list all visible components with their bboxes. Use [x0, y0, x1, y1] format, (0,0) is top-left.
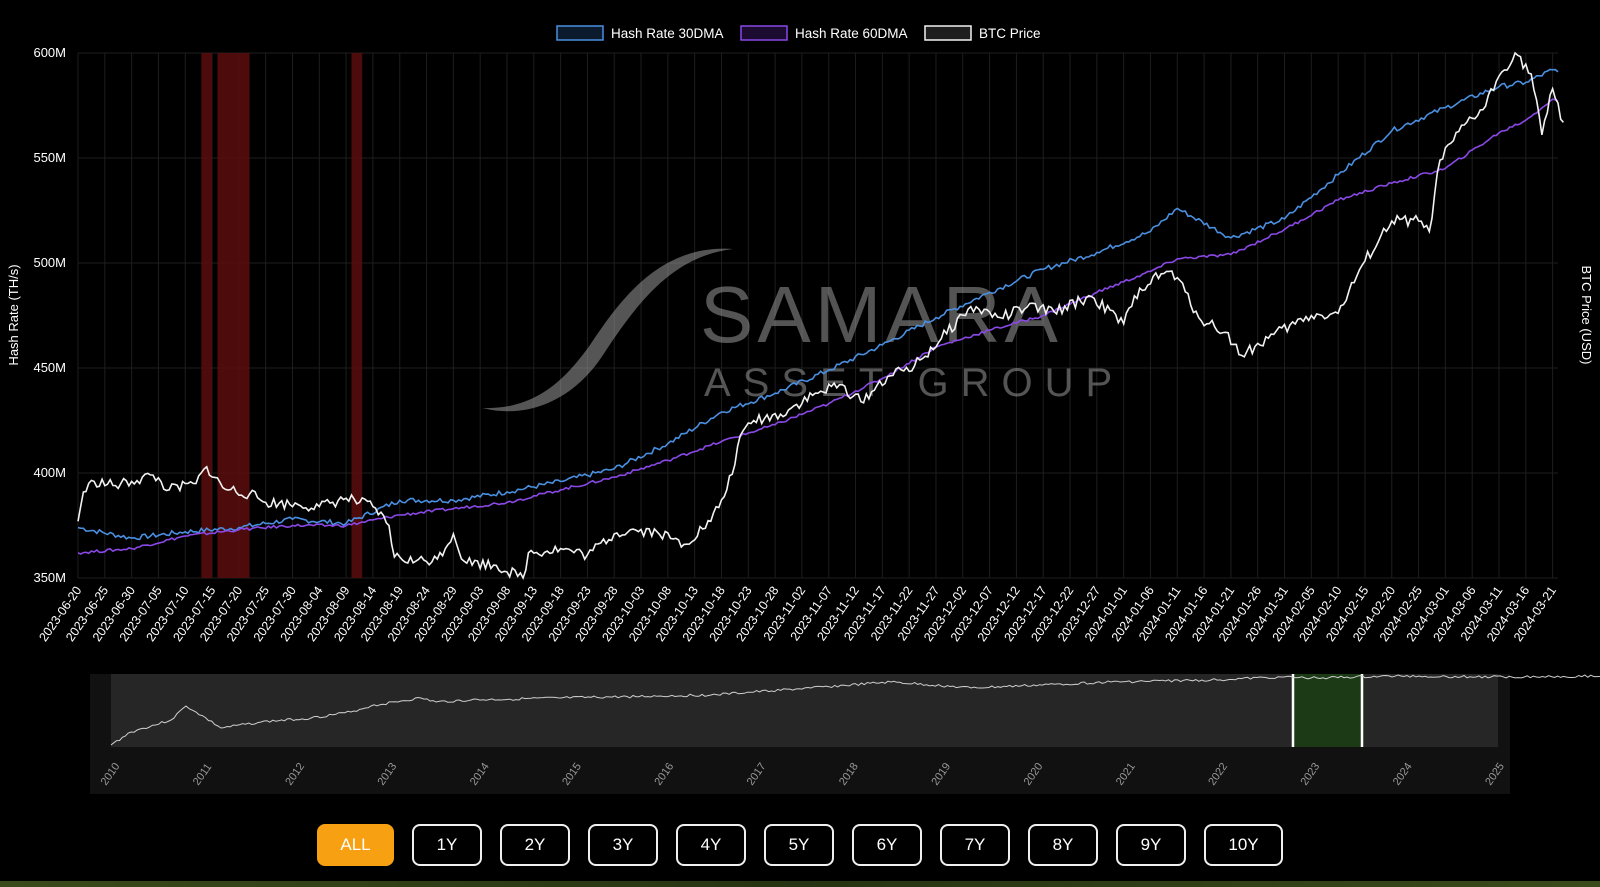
legend-swatch-hash30	[556, 25, 604, 41]
legend-swatch-btc	[924, 25, 972, 41]
navigator-selection[interactable]	[1293, 674, 1362, 747]
legend-swatch-hash60	[740, 25, 788, 41]
shaded-periods	[201, 53, 363, 578]
navigator-plot-area	[111, 674, 1498, 747]
samara-watermark: SAMARA ASSET GROUP	[482, 248, 1112, 412]
range-button-6y[interactable]: 6Y	[852, 824, 922, 866]
bottom-edge	[0, 881, 1600, 887]
y-tick-label: 550M	[33, 150, 66, 165]
range-button-8y[interactable]: 8Y	[1028, 824, 1098, 866]
range-button-10y[interactable]: 10Y	[1204, 824, 1283, 866]
navigator[interactable]: 2010 2011 2012 2013 2014 2015 2016 2017 2018 2019…	[90, 674, 1600, 794]
legend: Hash Rate 30DMA Hash Rate 60DMA BTC Pric…	[556, 25, 1041, 41]
legend-item-btc[interactable]: BTC Price	[924, 25, 1041, 41]
y-tick-label: 450M	[33, 360, 66, 375]
x-axis-ticks: 2023-06-202023-06-252023-06-302023-07-05…	[36, 584, 1559, 644]
range-button-1y[interactable]: 1Y	[412, 824, 482, 866]
legend-item-hash30[interactable]: Hash Rate 30DMA	[556, 25, 724, 41]
range-button-9y[interactable]: 9Y	[1116, 824, 1186, 866]
legend-item-hash60[interactable]: Hash Rate 60DMA	[740, 25, 908, 41]
range-button-7y[interactable]: 7Y	[940, 824, 1010, 866]
hash-rate-chart[interactable]: Hash Rate 30DMA Hash Rate 60DMA BTC Pric…	[0, 0, 1600, 820]
legend-label-hash60: Hash Rate 60DMA	[795, 26, 908, 41]
samara-swoosh-logo	[482, 248, 733, 412]
range-button-all[interactable]: ALL	[317, 824, 394, 866]
y-axis-title: Hash Rate (TH/s)	[6, 264, 21, 365]
y-tick-label: 600M	[33, 45, 66, 60]
legend-label-btc: BTC Price	[979, 26, 1041, 41]
range-selector: ALL 1Y 2Y 3Y 4Y 5Y 6Y 7Y 8Y 9Y 10Y	[0, 824, 1600, 870]
range-button-4y[interactable]: 4Y	[676, 824, 746, 866]
y-axis-ticks: 350M 400M 450M 500M 550M 600M	[33, 45, 66, 585]
y2-axis-title: BTC Price (USD)	[1579, 266, 1594, 365]
range-button-2y[interactable]: 2Y	[500, 824, 570, 866]
legend-label-hash30: Hash Rate 30DMA	[611, 26, 724, 41]
y-tick-label: 500M	[33, 255, 66, 270]
y-tick-label: 350M	[33, 570, 66, 585]
range-button-5y[interactable]: 5Y	[764, 824, 834, 866]
shaded-period	[217, 53, 250, 578]
range-button-3y[interactable]: 3Y	[588, 824, 658, 866]
y-tick-label: 400M	[33, 465, 66, 480]
shaded-period	[201, 53, 213, 578]
